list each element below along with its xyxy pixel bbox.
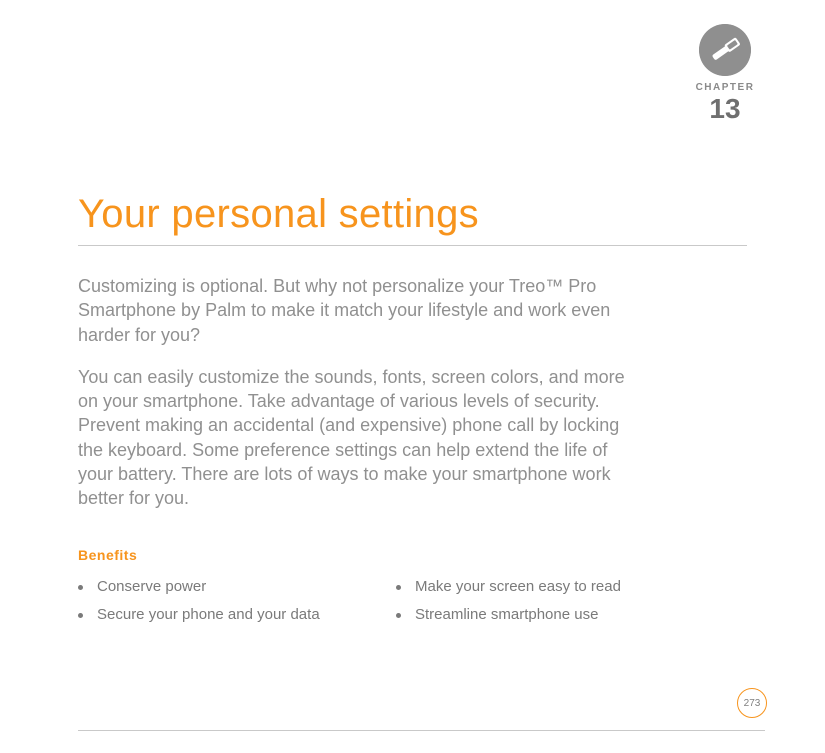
bullet-icon bbox=[78, 585, 83, 590]
bullet-icon bbox=[396, 613, 401, 618]
list-item: Conserve power bbox=[78, 573, 368, 602]
chapter-number: 13 bbox=[685, 95, 765, 123]
chapter-label: CHAPTER bbox=[685, 82, 765, 93]
page-number: 273 bbox=[744, 698, 761, 709]
list-item: Make your screen easy to read bbox=[396, 573, 686, 602]
bullet-icon bbox=[396, 585, 401, 590]
benefits-columns: Conserve power Secure your phone and you… bbox=[78, 573, 747, 630]
tool-icon bbox=[699, 24, 751, 76]
list-item: Secure your phone and your data bbox=[78, 601, 368, 630]
benefits-col-2: Make your screen easy to read Streamline… bbox=[396, 573, 686, 630]
list-item: Streamline smartphone use bbox=[396, 601, 686, 630]
intro-paragraph-1: Customizing is optional. But why not per… bbox=[78, 274, 638, 347]
benefit-text: Conserve power bbox=[97, 573, 206, 602]
benefits-section: Benefits Conserve power Secure your phon… bbox=[78, 547, 747, 630]
intro-paragraph-2: You can easily customize the sounds, fon… bbox=[78, 365, 638, 511]
intro-text: Customizing is optional. But why not per… bbox=[78, 274, 747, 511]
bullet-icon bbox=[78, 613, 83, 618]
page-footer: 273 bbox=[0, 730, 825, 731]
benefit-text: Secure your phone and your data bbox=[97, 601, 320, 630]
footer-rule bbox=[78, 730, 765, 731]
benefits-heading: Benefits bbox=[78, 547, 747, 563]
page-number-badge: 273 bbox=[737, 688, 767, 718]
chapter-header: CHAPTER 13 bbox=[685, 24, 765, 123]
title-block: Your personal settings Customizing is op… bbox=[78, 192, 747, 511]
document-page: CHAPTER 13 Your personal settings Custom… bbox=[0, 0, 825, 753]
page-title: Your personal settings bbox=[78, 192, 747, 246]
benefit-text: Make your screen easy to read bbox=[415, 573, 621, 602]
benefits-col-1: Conserve power Secure your phone and you… bbox=[78, 573, 368, 630]
benefit-text: Streamline smartphone use bbox=[415, 601, 598, 630]
